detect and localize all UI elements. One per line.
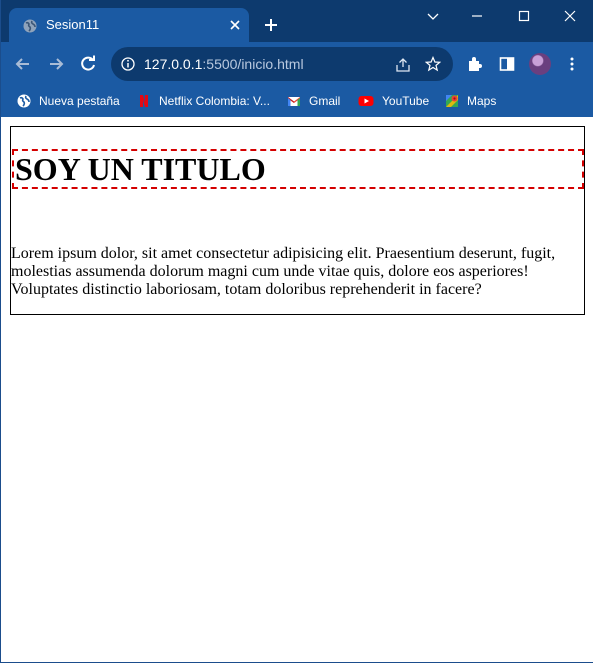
url-text[interactable]: 127.0.0.1:5500/inicio.html — [144, 56, 304, 72]
more-menu-icon[interactable] — [564, 56, 580, 72]
bookmark-label: Netflix Colombia: V... — [159, 94, 270, 108]
page-heading: SOY UN TITULO — [12, 149, 584, 189]
url-host: 127.0.0.1 — [144, 56, 203, 72]
minimize-icon[interactable] — [469, 8, 485, 24]
page-viewport: SOY UN TITULO Lorem ipsum dolor, sit ame… — [2, 117, 593, 662]
bookmark-nueva-pestana[interactable]: Nueva pestaña — [17, 91, 120, 111]
close-window-icon[interactable] — [562, 8, 578, 24]
tab-sesion11[interactable]: Sesion11 — [9, 8, 249, 42]
extensions-icon[interactable] — [467, 56, 483, 72]
tab-title: Sesion11 — [46, 17, 100, 32]
browser-window: Sesion11 127.0.0.1:5500/inicio.html Nuev… — [0, 0, 593, 663]
globe-icon — [17, 94, 31, 108]
share-icon[interactable] — [395, 57, 411, 73]
bookmark-youtube[interactable]: YouTube — [358, 91, 429, 111]
bookmark-netflix[interactable]: Netflix Colombia: V... — [137, 91, 270, 111]
maps-icon — [446, 95, 458, 107]
bookmark-label: Gmail — [309, 94, 341, 108]
youtube-icon — [358, 96, 374, 106]
tab-search-chevron-icon[interactable] — [425, 8, 441, 24]
maximize-icon[interactable] — [516, 8, 532, 24]
page-heading-text: SOY UN TITULO — [15, 151, 266, 187]
forward-icon[interactable] — [46, 54, 66, 74]
bookmark-star-icon[interactable] — [425, 56, 441, 72]
bookmarks-bar: Nueva pestaña Netflix Colombia: V... Gma… — [1, 86, 593, 117]
bookmark-gmail[interactable]: Gmail — [287, 91, 340, 111]
lorem-paragraph: Lorem ipsum dolor, sit amet consectetur … — [11, 245, 556, 298]
profile-avatar[interactable] — [529, 53, 551, 75]
new-tab-icon[interactable] — [263, 17, 279, 33]
tab-strip: Sesion11 — [1, 0, 593, 42]
address-bar[interactable]: 127.0.0.1:5500/inicio.html — [111, 47, 453, 81]
site-info-icon[interactable] — [121, 57, 135, 71]
close-tab-icon[interactable] — [227, 17, 243, 33]
content-box: SOY UN TITULO Lorem ipsum dolor, sit ame… — [10, 126, 585, 315]
back-icon[interactable] — [13, 54, 33, 74]
bookmark-maps[interactable]: Maps — [445, 91, 496, 111]
side-panel-icon[interactable] — [499, 56, 515, 72]
netflix-icon — [140, 95, 148, 107]
bookmark-label: YouTube — [382, 94, 430, 108]
globe-icon — [23, 19, 37, 33]
browser-toolbar: 127.0.0.1:5500/inicio.html — [1, 42, 593, 86]
url-path: :5500/inicio.html — [202, 56, 304, 72]
bookmark-label: Nueva pestaña — [39, 94, 120, 108]
reload-icon[interactable] — [78, 54, 98, 74]
bookmark-label: Maps — [467, 94, 497, 108]
gmail-icon — [288, 97, 300, 106]
